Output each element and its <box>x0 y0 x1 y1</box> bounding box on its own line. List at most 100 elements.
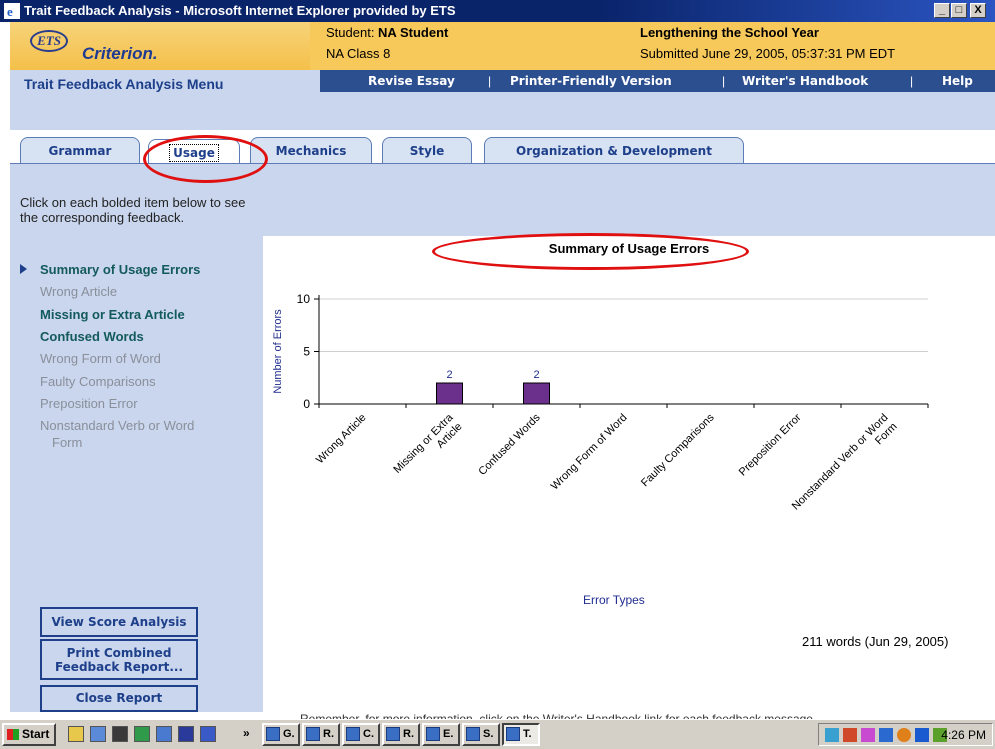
window-title: Trait Feedback Analysis - Microsoft Inte… <box>24 3 456 18</box>
maximize-button[interactable]: □ <box>951 3 967 18</box>
tab-organization-label: Organization & Development <box>516 144 712 158</box>
tab-grammar[interactable]: Grammar <box>20 137 140 164</box>
chart-title-annotation-ellipse <box>432 233 749 270</box>
nav-confused-words[interactable]: Confused Words <box>40 329 144 344</box>
x-category-label: Nonstandard Verb or Word <box>790 412 891 513</box>
x-category-label: Faulty Comparisons <box>639 411 717 489</box>
start-button[interactable]: Start <box>2 723 56 746</box>
nav-nonstandard-verb: Nonstandard Verb or Word <box>40 418 195 433</box>
tab-grammar-label: Grammar <box>48 144 112 158</box>
content-header-band <box>263 164 995 236</box>
nav-missing-or-extra-article[interactable]: Missing or Extra Article <box>40 307 185 322</box>
x-category-label: Preposition Error <box>737 411 804 478</box>
essay-title: Lengthening the School Year <box>640 25 819 40</box>
task-label: T. <box>523 728 532 740</box>
quicklaunch-outlook-icon[interactable] <box>156 726 172 742</box>
task-label: G. <box>283 728 295 740</box>
close-window-button[interactable]: X <box>970 3 986 18</box>
task-button-1[interactable]: G. <box>262 723 300 746</box>
class-name: NA Class 8 <box>326 46 391 61</box>
task-app-icon <box>346 727 360 741</box>
y-tick-label: 10 <box>297 292 311 306</box>
task-label: C. <box>363 728 374 740</box>
x-category-label: Wrong Article <box>314 412 369 467</box>
tab-style[interactable]: Style <box>382 137 472 164</box>
task-app-icon <box>466 727 480 741</box>
print-button-line2: Feedback Report... <box>54 660 184 674</box>
reminder-text: Remember, for more information, click on… <box>300 712 817 719</box>
print-combined-report-button[interactable]: Print Combined Feedback Report... <box>40 639 198 680</box>
submitted-date: Submitted June 29, 2005, 05:37:31 PM EDT <box>640 46 896 61</box>
ets-logo: ETS <box>30 30 68 52</box>
y-axis-title: Number of Errors <box>272 309 284 394</box>
task-app-icon <box>386 727 400 741</box>
nav-summary-of-usage-errors[interactable]: Summary of Usage Errors <box>40 262 200 277</box>
student-label: Student: <box>326 25 379 40</box>
tray-network-icon[interactable] <box>825 728 839 742</box>
system-tray: 4:26 PM <box>818 723 993 746</box>
usage-errors-bar-chart: Number of Errors0510Wrong Article2Missin… <box>272 292 929 513</box>
print-button-line1: Print Combined <box>66 646 172 660</box>
tray-volume-icon[interactable] <box>843 728 857 742</box>
data-label: 2 <box>446 369 452 381</box>
close-report-button[interactable]: Close Report <box>40 685 198 712</box>
task-button-4[interactable]: R. <box>382 723 420 746</box>
revise-essay-link[interactable]: Revise Essay <box>368 74 455 88</box>
quicklaunch-command-icon[interactable] <box>112 726 128 742</box>
quicklaunch-excel-icon[interactable] <box>134 726 150 742</box>
minimize-button[interactable]: _ <box>934 3 950 18</box>
logo-area: ETS Criterion. <box>10 22 310 70</box>
criterion-logo: Criterion. <box>82 44 158 63</box>
word-count: 211 words (Jun 29, 2005) <box>802 634 949 649</box>
quicklaunch-chevron[interactable]: » <box>243 726 250 740</box>
task-button-3[interactable]: C. <box>342 723 380 746</box>
current-item-arrow-icon <box>20 264 27 274</box>
task-app-icon <box>306 727 320 741</box>
menu-separator: | <box>722 74 726 88</box>
help-link[interactable]: Help <box>942 74 973 88</box>
tray-app-icon[interactable] <box>897 728 911 742</box>
task-button-5[interactable]: E. <box>422 723 460 746</box>
quicklaunch-word-icon[interactable] <box>200 726 216 742</box>
task-label: E. <box>443 728 454 740</box>
view-score-analysis-button[interactable]: View Score Analysis <box>40 607 198 637</box>
task-button-6[interactable]: S. <box>462 723 500 746</box>
menu-separator: | <box>488 74 492 88</box>
nav-preposition-error: Preposition Error <box>40 396 138 411</box>
task-app-icon <box>266 727 280 741</box>
task-button-2[interactable]: R. <box>302 723 340 746</box>
printer-friendly-link[interactable]: Printer-Friendly Version <box>510 74 672 88</box>
student-info: Student: NA Student <box>326 25 448 40</box>
task-app-icon <box>426 727 440 741</box>
tab-style-label: Style <box>409 144 445 158</box>
nav-faulty-comparisons: Faulty Comparisons <box>40 374 156 389</box>
nav-wrong-article: Wrong Article <box>40 284 118 299</box>
quicklaunch-calendar-icon[interactable] <box>178 726 194 742</box>
tabs-row <box>10 92 995 130</box>
menu-title: Trait Feedback Analysis Menu <box>24 76 224 92</box>
tray-info-icon[interactable] <box>915 728 929 742</box>
y-tick-label: 5 <box>303 345 310 359</box>
window-title-bar[interactable]: e Trait Feedback Analysis - Microsoft In… <box>0 0 995 22</box>
writers-handbook-link[interactable]: Writer's Handbook <box>742 74 868 88</box>
tab-mechanics-label: Mechanics <box>275 144 347 158</box>
tray-app-icon[interactable] <box>861 728 875 742</box>
tray-app-icon[interactable] <box>879 728 893 742</box>
quicklaunch-search-icon[interactable] <box>90 726 106 742</box>
tab-mechanics[interactable]: Mechanics <box>250 137 372 164</box>
nav-nonstandard-verb-cont: Form <box>52 435 83 450</box>
svg-text:e: e <box>7 4 13 19</box>
task-label: R. <box>323 728 334 740</box>
bar <box>523 382 550 405</box>
sidebar-instructions: Click on each bolded item below to see t… <box>20 195 246 225</box>
task-button-7[interactable]: T. <box>502 723 540 746</box>
windows-flag-icon <box>7 729 19 740</box>
tab-organization-development[interactable]: Organization & Development <box>484 137 744 164</box>
y-tick-label: 0 <box>303 397 310 411</box>
x-category-label: Confused Words <box>476 411 543 478</box>
data-label: 2 <box>533 369 539 381</box>
task-label: S. <box>483 728 494 740</box>
menu-separator: | <box>910 74 914 88</box>
x-axis-title: Error Types <box>583 593 645 607</box>
quicklaunch-explorer-icon[interactable] <box>68 726 84 742</box>
